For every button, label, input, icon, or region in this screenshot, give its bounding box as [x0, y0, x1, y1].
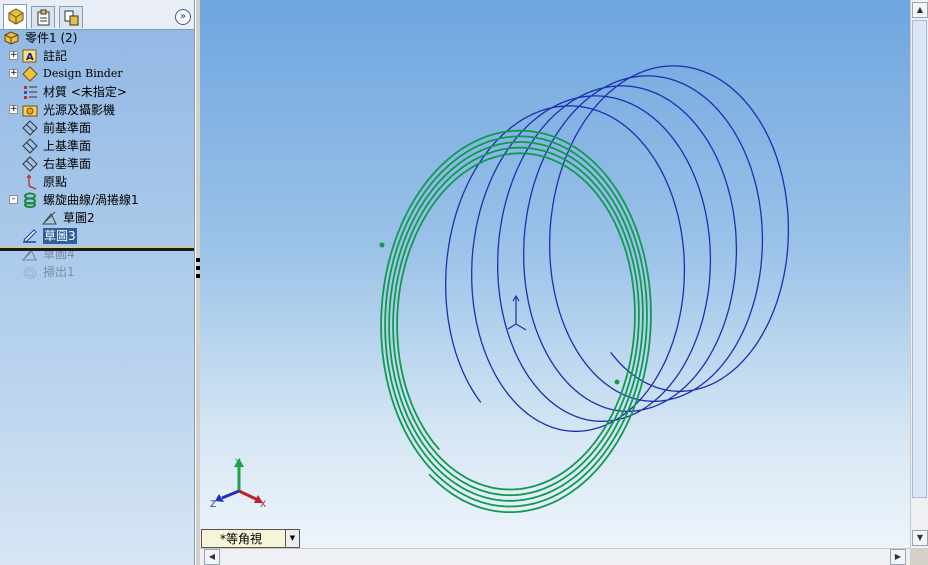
tree-item-label: 螺旋曲線/渦捲線1 — [43, 193, 139, 207]
tree-item-label: 右基準面 — [43, 157, 92, 171]
sketch-edit-icon — [22, 228, 38, 244]
triad-y-label: Y — [234, 458, 241, 468]
svg-text:A: A — [26, 52, 34, 63]
tree-item[interactable]: + Design Binder — [0, 65, 194, 83]
origin-marker — [507, 294, 527, 331]
vertical-scroll-thumb[interactable] — [912, 20, 927, 498]
tree-item-label: 原點 — [43, 175, 68, 189]
origin-icon — [22, 174, 38, 190]
spiral-endpoint — [379, 242, 385, 248]
configuration-manager-icon — [64, 10, 79, 26]
triad-z-label: Z — [210, 500, 216, 510]
tree-item[interactable]: 右基準面 — [0, 155, 194, 173]
tree-item-label: 掃出1 — [43, 265, 75, 279]
rollback-bar[interactable] — [0, 247, 194, 251]
plane-icon — [22, 156, 38, 172]
tree-item[interactable]: 草圖2 — [0, 209, 194, 227]
sketch-icon — [41, 210, 58, 226]
arrow-left-icon[interactable]: ◀ — [204, 549, 220, 565]
feature-tree-icon — [8, 8, 24, 25]
tree-item[interactable]: + A 註記 — [0, 47, 194, 65]
tree-item-label: 註記 — [43, 49, 68, 63]
expand-icon[interactable]: + — [9, 69, 18, 78]
vertical-scrollbar[interactable]: ▲ ▼ — [910, 0, 928, 548]
tab-property-manager[interactable] — [31, 6, 55, 28]
arrow-right-icon[interactable]: ▶ — [890, 549, 906, 565]
arrow-up-icon[interactable]: ▲ — [912, 2, 928, 18]
collapse-icon[interactable]: - — [9, 195, 18, 204]
view-orientation-dropdown[interactable]: *等角視 ▼ — [201, 529, 300, 548]
view-orientation-label: *等角視 — [220, 532, 263, 546]
tree-item-label: 材質 <未指定> — [43, 85, 127, 99]
arrow-down-icon[interactable]: ▼ — [912, 530, 928, 546]
tree-item-label: 草圖2 — [63, 211, 95, 225]
double-chevron-right-icon[interactable]: » — [175, 9, 191, 25]
tree-item[interactable]: - 螺旋曲線/渦捲線1 — [0, 191, 194, 209]
tree-item-label: 草圖3 — [43, 228, 77, 244]
scrollbar-corner — [910, 548, 928, 565]
plane-icon — [22, 138, 38, 154]
tree-item[interactable]: 掃出1 — [0, 263, 194, 281]
tree-item[interactable]: 原點 — [0, 173, 194, 191]
tree-item-label: Design Binder — [43, 67, 123, 80]
chevron-down-icon[interactable]: ▼ — [285, 530, 299, 547]
annotations-icon: A — [22, 48, 38, 64]
lights-cameras-icon — [22, 102, 38, 118]
tree-item-label: 上基準面 — [43, 139, 92, 153]
tree-item-label: 前基準面 — [43, 121, 92, 135]
design-binder-icon — [22, 66, 38, 82]
tree-item-label: 光源及攝影機 — [43, 103, 116, 117]
feature-manager-tabs: » — [0, 0, 194, 30]
tree-item-label: 零件1 (2) — [25, 31, 78, 45]
reference-triad: Y X Z — [210, 458, 266, 510]
tree-item[interactable]: 材質 <未指定> — [0, 83, 194, 101]
material-icon — [22, 84, 38, 100]
helix-icon — [22, 192, 38, 208]
feature-manager-panel: » 零件1 (2) + A 註記 + Design Binder 材質 <未指定> + 光源及攝… — [0, 0, 195, 565]
tree-item[interactable]: + 光源及攝影機 — [0, 101, 194, 119]
horizontal-scrollbar[interactable]: ◀ ▶ — [200, 548, 910, 565]
triad-x-label: X — [260, 500, 266, 510]
plane-icon — [22, 120, 38, 136]
tree-item[interactable]: 零件1 (2) — [0, 29, 194, 47]
tab-feature-tree[interactable] — [3, 4, 27, 29]
tree-item[interactable]: 上基準面 — [0, 137, 194, 155]
property-manager-icon — [37, 9, 50, 26]
helix-curve — [445, 65, 790, 432]
tab-configuration-manager[interactable] — [59, 6, 83, 28]
tree-item[interactable]: 前基準面 — [0, 119, 194, 137]
tree-item[interactable]: 草圖3 — [0, 227, 194, 245]
sweep-icon — [22, 264, 38, 280]
graphics-area[interactable]: Y X Z — [200, 0, 910, 548]
expand-icon[interactable]: + — [9, 105, 18, 114]
model-view: Y X Z — [210, 65, 790, 513]
spiral-curve — [379, 129, 652, 513]
part-icon — [4, 30, 20, 46]
expand-icon[interactable]: + — [9, 51, 18, 60]
spiral-endpoint — [614, 379, 620, 385]
